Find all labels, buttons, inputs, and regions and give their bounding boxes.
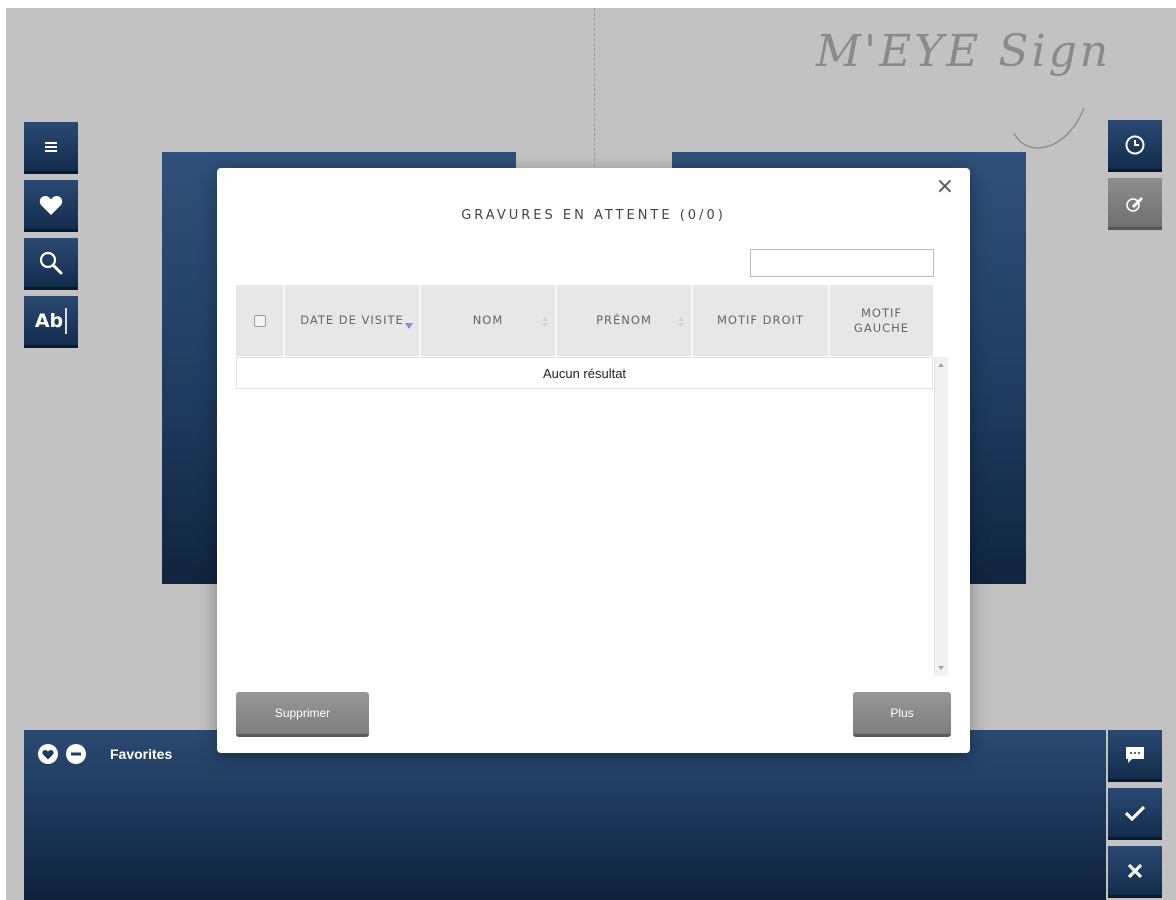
clock-icon bbox=[1125, 135, 1145, 154]
sort-both-icon bbox=[678, 317, 684, 327]
column-header-motif-droit[interactable]: MOTIF DROIT bbox=[691, 285, 828, 356]
column-header-motif-gauche[interactable]: MOTIF GAUCHE bbox=[828, 285, 933, 356]
search-input[interactable] bbox=[750, 249, 934, 277]
text-tool-button[interactable]: Ab bbox=[24, 296, 78, 348]
minus-icon bbox=[71, 752, 81, 756]
column-header-nom[interactable]: NOM bbox=[419, 285, 555, 356]
scroll-up-icon[interactable] bbox=[938, 363, 944, 367]
heart-icon bbox=[42, 749, 54, 759]
table-header: DATE DE VISITE NOM PRÉNOM MOTIF DROIT MO… bbox=[236, 285, 933, 356]
column-header-date-de-visite[interactable]: DATE DE VISITE bbox=[283, 285, 419, 356]
comment-icon bbox=[1126, 746, 1144, 763]
confirm-button[interactable] bbox=[1108, 788, 1162, 840]
column-header-prenom[interactable]: PRÉNOM bbox=[555, 285, 691, 356]
search-button[interactable] bbox=[24, 238, 78, 290]
empty-message: Aucun résultat bbox=[542, 365, 627, 381]
add-favorite-button[interactable] bbox=[38, 744, 58, 764]
column-label: MOTIF DROIT bbox=[717, 313, 804, 327]
menu-icon bbox=[45, 141, 57, 152]
favorites-button[interactable] bbox=[24, 180, 78, 232]
comment-button[interactable] bbox=[1108, 730, 1162, 782]
more-button[interactable]: Plus bbox=[853, 692, 951, 737]
sort-both-icon bbox=[542, 317, 548, 327]
favorites-label: Favorites bbox=[110, 746, 173, 762]
text-cursor-icon bbox=[65, 307, 68, 334]
search-icon bbox=[39, 251, 63, 274]
sort-desc-icon bbox=[405, 323, 413, 329]
history-button[interactable] bbox=[1108, 120, 1162, 172]
engrave-button[interactable] bbox=[1108, 178, 1162, 230]
select-all-checkbox[interactable] bbox=[253, 314, 266, 327]
column-label: NOM bbox=[472, 313, 504, 327]
table-scrollbar[interactable] bbox=[934, 357, 948, 676]
favorites-bar: Favorites bbox=[24, 730, 1106, 900]
dialog-title: GRAVURES EN ATTENTE (0/0) bbox=[461, 208, 726, 223]
check-icon bbox=[1124, 805, 1146, 821]
select-all-cell bbox=[236, 285, 283, 356]
close-icon bbox=[1127, 863, 1143, 878]
pending-engravings-dialog: × GRAVURES EN ATTENTE (0/0) DATE DE VISI… bbox=[217, 168, 970, 753]
close-dialog-button[interactable]: × bbox=[936, 176, 954, 198]
brand-logo: M'EYE Sign bbox=[816, 26, 1112, 77]
scroll-down-icon[interactable] bbox=[938, 666, 944, 670]
column-label: DATE DE VISITE bbox=[300, 313, 404, 327]
heart-icon bbox=[39, 195, 63, 215]
column-label: MOTIF GAUCHE bbox=[853, 305, 910, 335]
menu-button[interactable] bbox=[24, 122, 78, 174]
text-tool-icon: Ab bbox=[34, 309, 64, 332]
table-empty-row: Aucun résultat bbox=[236, 357, 933, 389]
cancel-button[interactable] bbox=[1108, 846, 1162, 898]
delete-button[interactable]: Supprimer bbox=[236, 692, 369, 737]
column-label: PRÉNOM bbox=[596, 313, 652, 327]
pen-icon bbox=[1126, 196, 1143, 212]
favorites-controls bbox=[38, 744, 86, 764]
remove-favorite-button[interactable] bbox=[66, 744, 86, 764]
